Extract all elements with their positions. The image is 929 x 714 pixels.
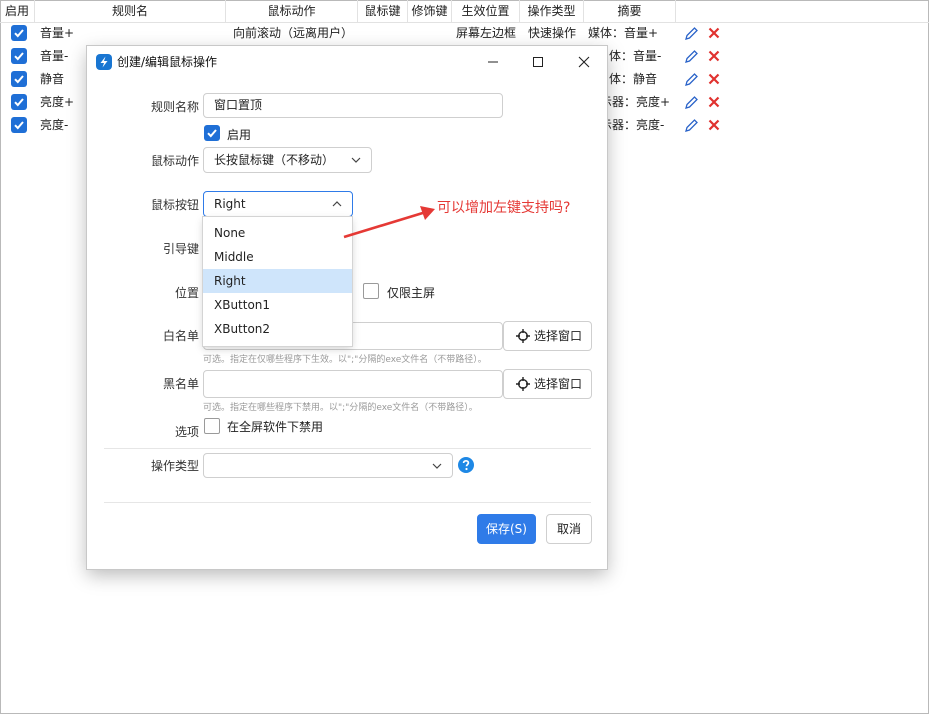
op-type-select[interactable] bbox=[203, 453, 453, 478]
save-button[interactable]: 保存(S) bbox=[477, 514, 536, 544]
disable-fullscreen-checkbox[interactable] bbox=[204, 418, 220, 434]
select-window-label: 选择窗口 bbox=[534, 329, 583, 343]
minimize-icon[interactable] bbox=[487, 56, 499, 68]
close-icon[interactable] bbox=[578, 56, 590, 68]
dropdown-option-middle[interactable]: Middle bbox=[203, 245, 352, 269]
row-enabled-checkbox[interactable] bbox=[11, 48, 27, 64]
col-header-position[interactable]: 生效位置 bbox=[452, 0, 520, 22]
mouse-button-label: 鼠标按钮 bbox=[150, 198, 199, 212]
chevron-down-icon bbox=[432, 463, 442, 469]
position-label: 位置 bbox=[174, 286, 199, 300]
dropdown-option-xbutton1[interactable]: XButton1 bbox=[203, 293, 352, 317]
delete-x-icon[interactable] bbox=[708, 96, 720, 108]
row-rule-name: 音量+ bbox=[40, 26, 75, 40]
select-window-button[interactable]: 选择窗口 bbox=[503, 321, 592, 351]
col-header-modifier[interactable]: 修饰键 bbox=[408, 0, 452, 22]
edit-pencil-icon[interactable] bbox=[684, 95, 699, 110]
section-divider bbox=[104, 502, 591, 503]
row-summary: 示器：亮度+ bbox=[600, 95, 671, 109]
app-logo-icon bbox=[96, 54, 112, 70]
row-op-type: 快速操作 bbox=[528, 26, 577, 40]
row-summary: 示器：亮度- bbox=[600, 118, 665, 132]
edit-pencil-icon[interactable] bbox=[684, 26, 699, 41]
enabled-checkbox[interactable] bbox=[204, 125, 220, 141]
col-header-rule-name[interactable]: 规则名 bbox=[35, 0, 226, 22]
whitelist-label: 白名单 bbox=[162, 329, 199, 343]
blacklist-label: 黑名单 bbox=[162, 377, 199, 391]
edit-pencil-icon[interactable] bbox=[684, 118, 699, 133]
rule-name-label: 规则名称 bbox=[150, 100, 199, 114]
mouse-action-select[interactable]: 长按鼠标键（不移动） bbox=[203, 147, 372, 173]
chevron-down-icon bbox=[351, 157, 361, 163]
crosshair-icon bbox=[516, 329, 530, 343]
disable-fullscreen-label: 在全屏软件下禁用 bbox=[227, 420, 324, 434]
col-header-blank bbox=[676, 0, 929, 22]
row-enabled-checkbox[interactable] bbox=[11, 71, 27, 87]
col-header-mouse-key[interactable]: 鼠标键 bbox=[358, 0, 408, 22]
whitelist-hint: 可选。指定在仅哪些程序下生效。以";"分隔的exe文件名（不带路径）。 bbox=[203, 355, 487, 365]
main-screen-only-checkbox[interactable] bbox=[363, 283, 379, 299]
row-rule-name: 亮度- bbox=[40, 118, 69, 132]
dropdown-option-none[interactable]: None bbox=[203, 221, 352, 245]
row-enabled-checkbox[interactable] bbox=[11, 25, 27, 41]
row-summary: 体：静音 bbox=[609, 72, 658, 86]
col-header-summary[interactable]: 摘要 bbox=[584, 0, 676, 22]
delete-x-icon[interactable] bbox=[708, 27, 720, 39]
row-position: 屏幕左边框 bbox=[456, 26, 517, 40]
mouse-button-value: Right bbox=[214, 197, 246, 211]
row-rule-name: 亮度+ bbox=[40, 95, 75, 109]
help-icon[interactable] bbox=[458, 457, 474, 473]
mouse-button-select[interactable]: Right bbox=[203, 191, 353, 217]
annotation-arrow-icon bbox=[343, 206, 435, 239]
leader-key-label: 引导键 bbox=[162, 242, 199, 256]
blacklist-hint: 可选。指定在哪些程序下禁用。以";"分隔的exe文件名（不带路径）。 bbox=[203, 403, 478, 413]
dropdown-option-xbutton2[interactable]: XButton2 bbox=[203, 317, 352, 341]
mouse-action-label: 鼠标动作 bbox=[150, 154, 199, 168]
dropdown-option-right[interactable]: Right bbox=[203, 269, 352, 293]
row-mouse-action: 向前滚动（远离用户） bbox=[233, 26, 354, 40]
row-rule-name: 静音 bbox=[40, 72, 65, 86]
main-screen-only-label: 仅限主屏 bbox=[387, 286, 436, 300]
row-summary: 媒体：音量+ bbox=[588, 26, 659, 40]
table-header: 启用 规则名 鼠标动作 鼠标键 修饰键 生效位置 操作类型 摘要 bbox=[0, 0, 929, 23]
crosshair-icon bbox=[516, 377, 530, 391]
col-header-enabled[interactable]: 启用 bbox=[0, 0, 35, 22]
section-divider bbox=[104, 448, 591, 449]
options-label: 选项 bbox=[174, 425, 199, 439]
row-enabled-checkbox[interactable] bbox=[11, 94, 27, 110]
table-row[interactable]: 音量+ 向前滚动（远离用户） 屏幕左边框 快速操作 媒体：音量+ bbox=[0, 22, 929, 45]
blacklist-input[interactable] bbox=[203, 370, 503, 398]
mouse-action-value: 长按鼠标键（不移动） bbox=[214, 153, 335, 167]
select-window-label: 选择窗口 bbox=[534, 377, 583, 391]
rule-name-input[interactable]: 窗口置顶 bbox=[203, 93, 503, 118]
col-header-op-type[interactable]: 操作类型 bbox=[520, 0, 584, 22]
cancel-button[interactable]: 取消 bbox=[546, 514, 592, 544]
delete-x-icon[interactable] bbox=[708, 50, 720, 62]
mouse-button-dropdown-list: None Middle Right XButton1 XButton2 bbox=[203, 217, 352, 346]
row-rule-name: 音量- bbox=[40, 49, 69, 63]
edit-mouse-action-dialog: 创建/编辑鼠标操作 规则名称 窗口置顶 启用 鼠标动作 长按鼠标键（不移动） 鼠… bbox=[87, 46, 607, 569]
col-header-mouse-action[interactable]: 鼠标动作 bbox=[226, 0, 358, 22]
edit-pencil-icon[interactable] bbox=[684, 72, 699, 87]
maximize-icon[interactable] bbox=[532, 56, 544, 68]
op-type-label: 操作类型 bbox=[150, 459, 199, 473]
enabled-label: 启用 bbox=[227, 128, 252, 142]
annotation-text: 可以增加左键支持吗? bbox=[437, 200, 571, 216]
row-enabled-checkbox[interactable] bbox=[11, 117, 27, 133]
dialog-title: 创建/编辑鼠标操作 bbox=[117, 55, 218, 69]
edit-pencil-icon[interactable] bbox=[684, 49, 699, 64]
dialog-titlebar[interactable]: 创建/编辑鼠标操作 bbox=[87, 46, 607, 78]
select-window-button[interactable]: 选择窗口 bbox=[503, 369, 592, 399]
delete-x-icon[interactable] bbox=[708, 119, 720, 131]
delete-x-icon[interactable] bbox=[708, 73, 720, 85]
row-summary: 体：音量- bbox=[609, 49, 662, 63]
